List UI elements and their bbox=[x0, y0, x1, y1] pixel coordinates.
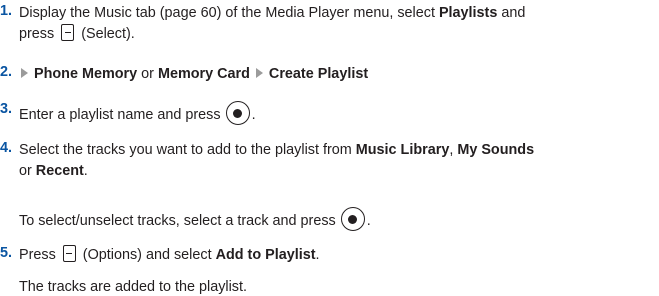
left-softkey-icon bbox=[62, 245, 76, 262]
text-segment: Select the tracks you want to add to the… bbox=[19, 142, 356, 158]
step-text: Press (Options) and select Add to Playli… bbox=[19, 245, 320, 266]
menu-item-music-library: Music Library bbox=[355, 142, 450, 158]
text-segment: and bbox=[497, 5, 526, 21]
step-5-note: The tracks are added to the playlist. bbox=[19, 279, 247, 295]
step-4-note: To select/unselect tracks, select a trac… bbox=[19, 207, 371, 231]
text-segment: or bbox=[137, 66, 158, 82]
triangle-right-icon bbox=[255, 68, 263, 78]
menu-item-create-playlist: Create Playlist bbox=[268, 66, 369, 82]
menu-item-playlists: Playlists bbox=[438, 5, 498, 21]
text-segment: (Options) and select bbox=[82, 247, 216, 263]
text-segment: The tracks are added to the playlist. bbox=[19, 279, 247, 295]
step-number: 1. bbox=[0, 3, 13, 19]
menu-item-add-to-playlist: Add to Playlist bbox=[215, 247, 316, 263]
step-text: Phone Memory or Memory Card Create Playli… bbox=[19, 64, 368, 85]
text-segment: To select/unselect tracks, select a trac… bbox=[19, 213, 336, 229]
left-softkey-icon bbox=[61, 24, 75, 41]
text-segment: . bbox=[251, 107, 256, 123]
step-number: 2. bbox=[0, 64, 13, 80]
step-text: Display the Music tab (page 60) of the M… bbox=[19, 3, 525, 45]
text-segment: Press bbox=[19, 247, 60, 263]
center-key-icon bbox=[225, 101, 250, 125]
text-segment: . bbox=[366, 213, 371, 229]
text-segment: or bbox=[19, 163, 36, 179]
menu-item-my-sounds: My Sounds bbox=[457, 142, 535, 158]
text-segment: (Select). bbox=[81, 26, 135, 42]
step-number: 4. bbox=[0, 140, 13, 156]
menu-item-phone-memory: Phone Memory bbox=[34, 66, 138, 82]
center-key-icon bbox=[340, 207, 365, 231]
triangle-right-icon bbox=[21, 68, 28, 78]
step-number: 5. bbox=[0, 245, 13, 261]
text-segment: press bbox=[19, 26, 59, 42]
text-segment: Enter a playlist name and press bbox=[19, 107, 221, 123]
text-segment: . bbox=[83, 163, 88, 179]
step-number: 3. bbox=[0, 101, 13, 117]
menu-item-memory-card: Memory Card bbox=[157, 66, 250, 82]
text-segment: . bbox=[315, 247, 320, 263]
text-segment: Display the Music tab (page 60) of the M… bbox=[19, 5, 439, 21]
menu-item-recent: Recent bbox=[35, 163, 84, 179]
step-text: Select the tracks you want to add to the… bbox=[19, 140, 534, 182]
step-text: Enter a playlist name and press. bbox=[19, 101, 256, 126]
